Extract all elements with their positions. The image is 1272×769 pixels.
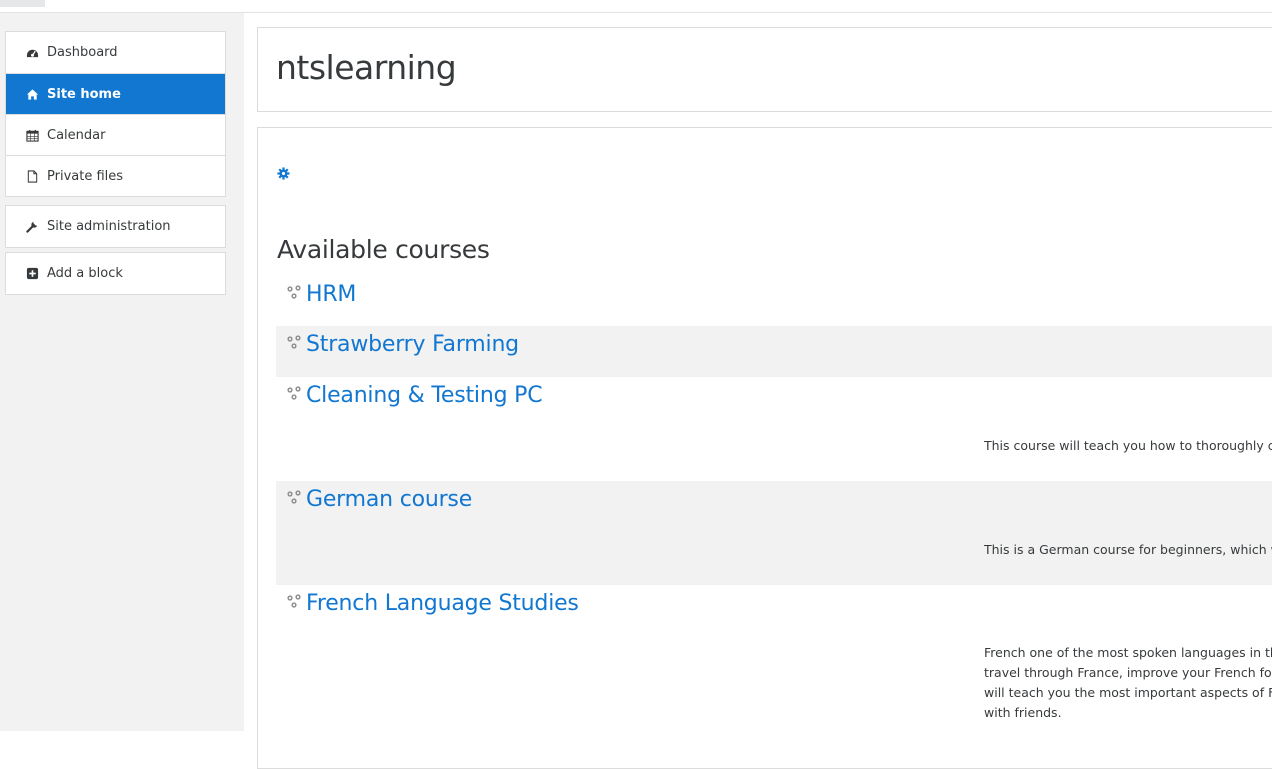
dashboard-icon <box>25 46 39 60</box>
nav-item-label: Calendar <box>47 127 106 143</box>
gear-icon[interactable] <box>277 165 291 180</box>
course-icon <box>286 593 303 610</box>
plus-square-icon <box>25 267 39 281</box>
nav-item-dashboard[interactable]: Dashboard <box>6 32 225 73</box>
course-list-item: Cleaning & Testing PC This course will t… <box>276 377 1272 481</box>
file-icon <box>25 169 39 183</box>
course-list-item: German course This is a German course fo… <box>276 481 1272 585</box>
course-link-german-course[interactable]: German course <box>306 487 472 512</box>
course-link-strawberry-farming[interactable]: Strawberry Farming <box>306 332 519 357</box>
main-content: Available courses HRM Strawberry Farming… <box>257 127 1272 769</box>
top-navbar <box>0 0 1272 13</box>
course-link-cleaning-testing-pc[interactable]: Cleaning & Testing PC <box>306 383 543 408</box>
nav-item-site-administration[interactable]: Site administration <box>6 206 225 247</box>
nav-item-label: Site administration <box>47 219 171 234</box>
course-list-item: French Language Studies French one of th… <box>276 585 1272 735</box>
add-block-block: Add a block <box>5 252 226 295</box>
nav-item-label: Private files <box>47 168 124 184</box>
navigation-block: Dashboard Site home Calendar Private fil… <box>5 31 226 197</box>
page-title: ntslearning <box>276 48 457 87</box>
course-list-item: Strawberry Farming <box>276 326 1272 377</box>
left-sidebar: Dashboard Site home Calendar Private fil… <box>0 13 244 731</box>
course-list-item: HRM <box>276 276 1272 326</box>
course-icon <box>286 489 303 506</box>
wrench-icon <box>25 220 39 234</box>
admin-block: Site administration <box>5 205 226 248</box>
nav-item-private-files[interactable]: Private files <box>6 155 225 196</box>
course-link-french-language-studies[interactable]: French Language Studies <box>306 591 579 616</box>
add-block-button[interactable]: Add a block <box>6 253 225 294</box>
course-summary: This is a German course for beginners, w… <box>984 542 1272 557</box>
nav-item-label: Add a block <box>47 266 123 281</box>
navbar-toggle[interactable] <box>0 0 45 7</box>
nav-item-site-home[interactable]: Site home <box>6 73 225 114</box>
nav-item-label: Dashboard <box>47 45 118 60</box>
course-icon <box>286 385 303 402</box>
course-link-hrm[interactable]: HRM <box>306 282 356 307</box>
section-title: Available courses <box>277 235 490 264</box>
nav-item-label: Site home <box>47 86 121 102</box>
course-icon <box>286 284 303 301</box>
nav-item-calendar[interactable]: Calendar <box>6 114 225 155</box>
home-icon <box>25 87 39 101</box>
course-summary: French one of the most spoken languages … <box>984 645 1272 720</box>
page-header: ntslearning <box>257 27 1272 112</box>
course-summary: This course will teach you how to thorou… <box>984 438 1272 453</box>
calendar-icon <box>25 128 39 142</box>
course-icon <box>286 334 303 351</box>
